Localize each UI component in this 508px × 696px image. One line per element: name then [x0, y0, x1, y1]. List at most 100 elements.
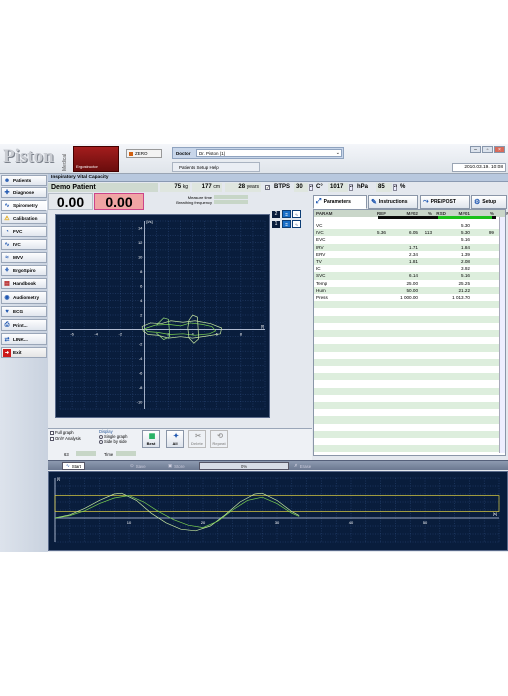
tab-setup[interactable]: ⚙ Setup [471, 195, 507, 209]
sidebar-item-ivc[interactable]: ∿ IVC [1, 239, 47, 250]
medical-label: Medical [62, 153, 68, 171]
sidebar-item-calibration[interactable]: ⚠ Calibration [1, 213, 47, 224]
counter-value: 63 [64, 452, 69, 457]
table-cell: IVC [316, 230, 324, 236]
time-bar [116, 451, 136, 456]
close-button[interactable]: × [494, 146, 505, 153]
sidebar-item-link[interactable]: ⇄ LINK... [1, 333, 47, 345]
spirometry-icon: ∿ [4, 203, 10, 209]
delete-icon: ✂ [195, 433, 201, 440]
table-cell: 2.08 [461, 259, 470, 264]
sidebar-item-exit[interactable]: ➜ Exit [1, 347, 47, 358]
sidebar-item-diagnose[interactable]: ✚ Diagnose [1, 187, 47, 198]
y-tick-label: 14 [138, 226, 143, 231]
table-cell: RSD [494, 210, 508, 217]
sidebar-item-ecg[interactable]: ♥ ECG [1, 306, 47, 317]
sidebar-item-ergospiro[interactable]: ⚘ ErgoSpiro [1, 265, 47, 276]
btps-value[interactable]: 30 [294, 183, 308, 192]
single-graph-radio-dot[interactable] [99, 434, 103, 439]
btps-checkbox[interactable]: ✓ [265, 185, 270, 190]
start-button[interactable]: ∿ Start [62, 462, 85, 470]
test-title: Inspiratory Vital Capacity [48, 174, 508, 182]
best-label: Best [146, 441, 156, 446]
delete-button[interactable]: ✂ Delete [188, 430, 206, 448]
all-label: All [172, 441, 178, 446]
x-tick-label: -4 [94, 331, 98, 336]
start-label: Start [71, 463, 81, 469]
mvv-icon: ≈ [5, 254, 9, 261]
tab-parameters[interactable]: ⤢ Parameters [313, 195, 367, 209]
fvc-icon: ◔ [5, 228, 9, 235]
table-cell: 1 013.70 [452, 295, 470, 300]
table-cell: 1.71 [409, 244, 418, 250]
measurement-indicator-fill [438, 216, 492, 219]
patients-icon: ☻ [3, 177, 11, 184]
y-tick-label: 12 [138, 240, 143, 245]
full-graph-box[interactable] [50, 430, 54, 435]
zero-button[interactable]: ZERO [126, 149, 162, 158]
btps-spinner[interactable]: ▴▾ [309, 184, 313, 191]
sidebar-item-spirometry[interactable]: ∿ Spirometry [1, 200, 47, 211]
minimize-button[interactable]: – [470, 146, 481, 153]
pressure-spinner[interactable]: ▴▾ [349, 184, 353, 191]
repeat-icon: ⟲ [217, 433, 223, 440]
table-row-empty [314, 315, 505, 323]
sidebar-item-print[interactable]: ⎙ Print... [1, 319, 47, 331]
x-tick-label: 30 [275, 520, 280, 525]
select-curve-2-button[interactable]: ⌗ [282, 210, 291, 218]
humidity-spinner[interactable]: ▴▾ [393, 184, 397, 191]
all-button[interactable]: ✦ All [166, 430, 184, 448]
sidebar: ☻ Patients ✚ Diagnose ∿ Spirometry ⚠ Calibra… [0, 174, 48, 552]
full-graph-checkbox[interactable]: Full graph [50, 430, 74, 435]
only-analysis-box[interactable] [50, 436, 54, 441]
tab-instructions[interactable]: ✎ Instructions [368, 195, 418, 209]
repeat-button[interactable]: ⟲ Repeat [210, 430, 228, 448]
table-scrollbar[interactable] [499, 217, 505, 453]
table-row: Press 1 000.00 1 013.70 [314, 294, 505, 301]
measurement-indicator [378, 216, 496, 219]
graph-controls: Full graph OnlY Analysis Display Single … [48, 428, 312, 460]
curve-2-icon: ∿ [292, 210, 301, 218]
tab-prepost[interactable]: ⤳ PRE/POST [420, 195, 470, 209]
store-label: Store [174, 463, 185, 469]
table-cell: 5.30 [461, 223, 470, 228]
repeat-label: Repeat [212, 441, 226, 446]
sidebar-item-patients[interactable]: ☻ Patients [1, 175, 47, 186]
table-cell: VC [316, 223, 323, 228]
doctor-value: Dr. Piston (1) [199, 151, 226, 156]
side-by-side-radio[interactable]: Side by side [99, 439, 127, 444]
measurement-value-1: 0.00 [48, 193, 93, 210]
pressure-value[interactable]: 1017 [328, 183, 348, 192]
best-button[interactable]: ▦ Best [142, 430, 160, 448]
table-cell: 3.92 [461, 266, 470, 272]
ergospiro-icon: ⚘ [4, 268, 10, 274]
select-curve-1-button[interactable]: ⌗ [282, 220, 291, 228]
restore-button[interactable]: ▫ [482, 146, 493, 153]
menu-bar[interactable]: Patients Setup Help [172, 162, 260, 172]
erase-button[interactable]: ✗ Erase [294, 462, 311, 470]
all-icon: ✦ [173, 433, 179, 440]
humidity-value[interactable]: 85 [376, 183, 392, 192]
sidebar-item-label: LINK... [13, 336, 28, 342]
only-analysis-checkbox[interactable]: OnlY Analysis [50, 436, 81, 441]
sidebar-item-fvc[interactable]: ◔ FVC [1, 226, 47, 237]
sidebar-item-label: FVC [13, 229, 23, 234]
save-button[interactable]: ⊙ Save [130, 462, 146, 470]
sidebar-item-mvv[interactable]: ≈ MVV [1, 252, 47, 263]
table-row-empty [314, 387, 505, 395]
table-cell: EVC [316, 237, 326, 243]
x-tick-label: 8 [240, 331, 243, 336]
x-unit-label: [s] [493, 511, 497, 516]
sidebar-item-audiometry[interactable]: ◉ Audiometry [1, 291, 47, 304]
table-row-empty [314, 409, 505, 416]
table-cell: 1.84 [461, 244, 470, 250]
temp-unit: C° [316, 184, 323, 190]
store-icon: ▣ [168, 463, 173, 468]
store-button[interactable]: ▣ Store [168, 462, 185, 470]
doctor-select[interactable]: Dr. Piston (1) ⌄ [196, 149, 342, 157]
curve-count-2: 2 [272, 211, 280, 218]
side-by-side-radio-dot[interactable] [99, 439, 103, 444]
table-cell: Temp [316, 280, 328, 286]
sidebar-item-handbook[interactable]: ▤ Handbook [1, 278, 47, 289]
brand-label: Ergostructor [76, 164, 98, 169]
